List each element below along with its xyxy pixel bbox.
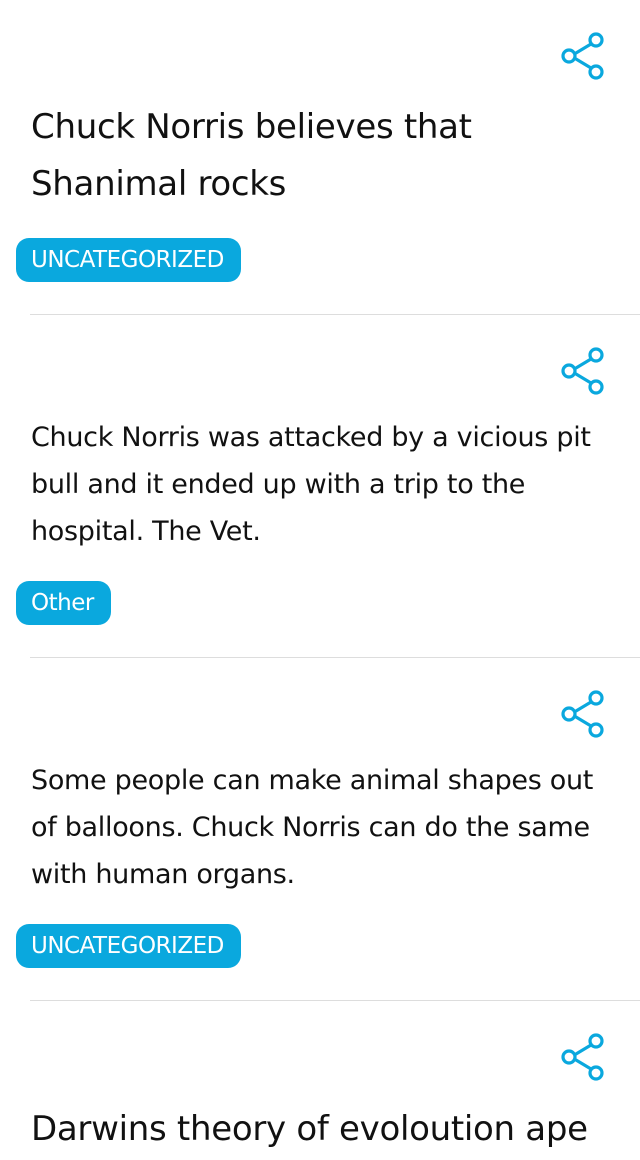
joke-text: Chuck Norris believes that Shanimal rock…	[31, 107, 472, 204]
joke-text: Darwins theory of evoloution ape	[31, 1109, 588, 1149]
share-button[interactable]	[558, 1031, 610, 1083]
joke-card: Chuck Norris believes that Shanimal rock…	[0, 0, 640, 315]
share-icon	[561, 1033, 604, 1081]
joke-card: Darwins theory of evoloution ape	[0, 1001, 640, 1160]
joke-text: Some people can make animal shapes out o…	[31, 765, 594, 890]
category-tag[interactable]: UNCATEGORIZED	[16, 238, 241, 282]
share-icon	[561, 32, 604, 80]
share-button[interactable]	[558, 30, 610, 82]
joke-card: Some people can make animal shapes out o…	[0, 658, 640, 1001]
share-button[interactable]	[558, 345, 610, 397]
category-tag[interactable]: UNCATEGORIZED	[16, 924, 241, 968]
share-icon	[561, 347, 604, 395]
share-button[interactable]	[558, 688, 610, 740]
joke-card: Chuck Norris was attacked by a vicious p…	[0, 315, 640, 658]
category-tag[interactable]: Other	[16, 581, 111, 625]
share-icon	[561, 690, 604, 738]
joke-text: Chuck Norris was attacked by a vicious p…	[31, 422, 591, 547]
